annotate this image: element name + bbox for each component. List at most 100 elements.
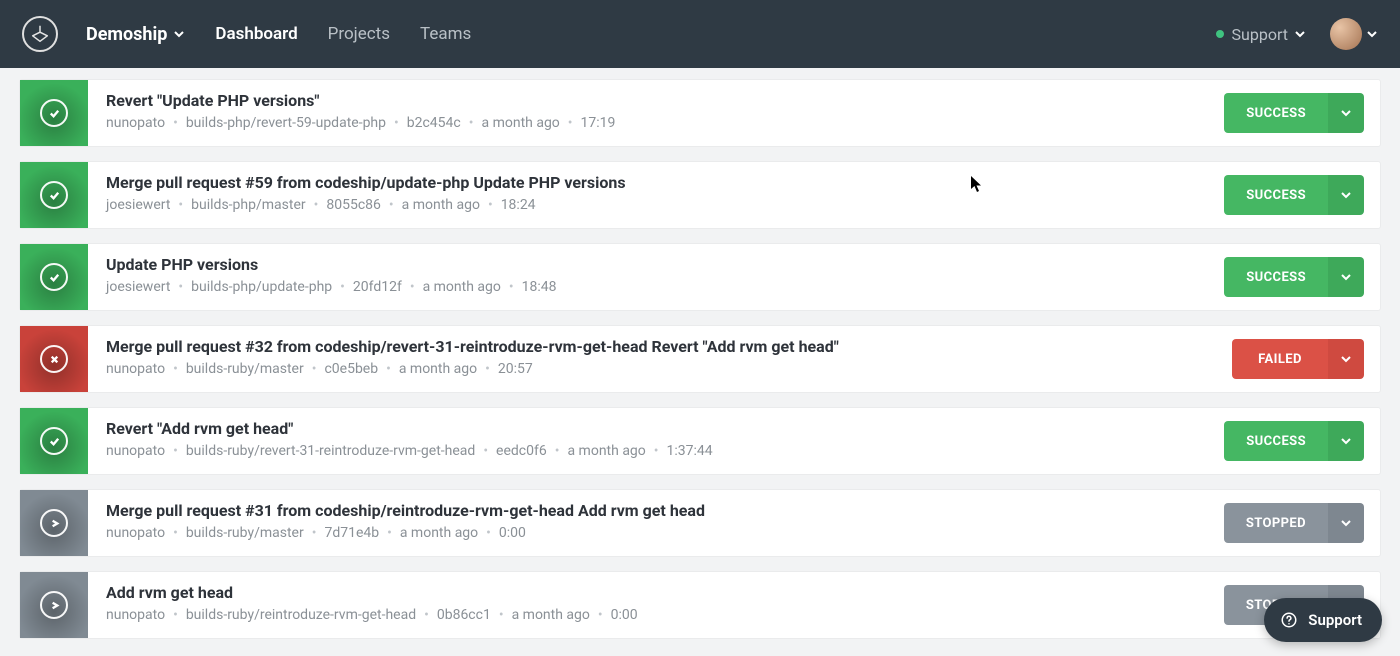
build-author[interactable]: nunopato — [106, 525, 165, 541]
build-status-thumb — [20, 80, 88, 146]
support-widget[interactable]: Support — [1264, 598, 1382, 642]
build-time: a month ago — [423, 279, 501, 295]
build-meta: nunopato•builds-ruby/master•c0e5beb•a mo… — [106, 361, 1214, 377]
build-row[interactable]: Merge pull request #59 from codeship/upd… — [20, 162, 1380, 228]
build-body: Revert "Update PHP versions"nunopato•bui… — [88, 80, 1224, 146]
status-dropdown-button[interactable] — [1328, 93, 1364, 133]
chevron-down-icon — [1340, 517, 1352, 529]
build-branch[interactable]: builds-ruby/master — [186, 361, 304, 377]
check-icon — [40, 263, 68, 291]
build-branch[interactable]: builds-ruby/revert-31-reintroduze-rvm-ge… — [186, 443, 476, 459]
build-actions: SUCCESS — [1224, 80, 1380, 146]
status-button[interactable]: FAILED — [1232, 339, 1328, 379]
build-author[interactable]: nunopato — [106, 443, 165, 459]
build-status-thumb — [20, 244, 88, 310]
build-body: Merge pull request #31 from codeship/rei… — [88, 490, 1224, 556]
chevron-down-icon — [1340, 107, 1352, 119]
build-row[interactable]: Add rvm get head nunopato•builds-ruby/rei… — [20, 572, 1380, 638]
status-button[interactable]: SUCCESS — [1224, 175, 1328, 215]
build-meta: nunopato•builds-ruby/reintroduze-rvm-get… — [106, 607, 1206, 623]
build-title[interactable]: Revert "Update PHP versions" — [106, 91, 1206, 110]
build-duration: 0:00 — [499, 525, 526, 541]
build-author[interactable]: joesiewert — [106, 197, 170, 213]
build-actions: SUCCESS — [1224, 408, 1380, 474]
build-author[interactable]: nunopato — [106, 607, 165, 623]
build-status-thumb — [20, 490, 88, 556]
status-button[interactable]: SUCCESS — [1224, 93, 1328, 133]
build-status-thumb — [20, 162, 88, 228]
build-title[interactable]: Add rvm get head — [106, 583, 1206, 602]
build-body: Update PHP versions joesiewert•builds-php… — [88, 244, 1224, 310]
build-author[interactable]: joesiewert — [106, 279, 170, 295]
build-time: a month ago — [402, 197, 480, 213]
build-duration: 1:37:44 — [667, 443, 713, 459]
org-name[interactable]: Demoship — [86, 24, 167, 45]
org-chevron-down-icon[interactable] — [173, 28, 185, 40]
build-time: a month ago — [400, 525, 478, 541]
status-dropdown-button[interactable] — [1328, 421, 1364, 461]
logo-icon[interactable] — [22, 16, 58, 52]
build-duration: 18:24 — [501, 197, 536, 213]
support-widget-label: Support — [1308, 611, 1362, 629]
build-row[interactable]: Revert "Update PHP versions"nunopato•bui… — [20, 80, 1380, 146]
build-duration: 20:57 — [498, 361, 533, 377]
status-button[interactable]: SUCCESS — [1224, 421, 1328, 461]
nav-support[interactable]: Support — [1216, 25, 1306, 44]
build-body: Revert "Add rvm get head" nunopato•builds… — [88, 408, 1224, 474]
build-title[interactable]: Update PHP versions — [106, 255, 1206, 274]
build-author[interactable]: nunopato — [106, 361, 165, 377]
build-actions: STOPPED — [1224, 490, 1380, 556]
build-title[interactable]: Merge pull request #31 from codeship/rei… — [106, 501, 1206, 520]
user-avatar[interactable] — [1330, 18, 1362, 50]
build-sha[interactable]: c0e5beb — [324, 361, 378, 377]
status-dropdown-button[interactable] — [1328, 257, 1364, 297]
build-row[interactable]: Merge pull request #31 from codeship/rei… — [20, 490, 1380, 556]
build-meta: joesiewert•builds-php/update-php•20fd12f… — [106, 279, 1206, 295]
check-icon — [40, 427, 68, 455]
build-time: a month ago — [567, 443, 645, 459]
nav-teams[interactable]: Teams — [420, 24, 471, 44]
build-branch[interactable]: builds-php/master — [191, 197, 305, 213]
build-title[interactable]: Merge pull request #59 from codeship/upd… — [106, 173, 1206, 192]
build-title[interactable]: Revert "Add rvm get head" — [106, 419, 1206, 438]
nav-projects[interactable]: Projects — [328, 24, 390, 44]
build-meta: joesiewert•builds-php/master•8055c86•a m… — [106, 197, 1206, 213]
chevron-down-icon — [1340, 189, 1352, 201]
build-actions: SUCCESS — [1224, 162, 1380, 228]
build-actions: FAILED — [1232, 326, 1380, 392]
check-icon — [40, 99, 68, 127]
status-button[interactable]: STOPPED — [1224, 503, 1328, 543]
status-dropdown-button[interactable] — [1328, 503, 1364, 543]
build-branch[interactable]: builds-ruby/master — [186, 525, 304, 541]
build-meta: nunopato•builds-ruby/master•7d71e4b•a mo… — [106, 525, 1206, 541]
status-dropdown-button[interactable] — [1328, 175, 1364, 215]
build-row[interactable]: Merge pull request #32 from codeship/rev… — [20, 326, 1380, 392]
build-sha[interactable]: 8055c86 — [326, 197, 381, 213]
avatar-chevron-down-icon[interactable] — [1366, 28, 1378, 40]
status-dropdown-button[interactable] — [1328, 339, 1364, 379]
arrow-right-icon — [40, 591, 68, 619]
status-online-dot-icon — [1216, 30, 1224, 38]
build-branch[interactable]: builds-php/update-php — [191, 279, 332, 295]
status-button[interactable]: SUCCESS — [1224, 257, 1328, 297]
chevron-down-icon — [1340, 353, 1352, 365]
build-status-thumb — [20, 408, 88, 474]
build-sha[interactable]: eedc0f6 — [496, 443, 547, 459]
build-sha[interactable]: 0b86cc1 — [437, 607, 491, 623]
build-body: Add rvm get head nunopato•builds-ruby/rei… — [88, 572, 1224, 638]
build-list: Revert "Update PHP versions" nunopato•bui… — [0, 68, 1400, 638]
build-title[interactable]: Merge pull request #32 from codeship/rev… — [106, 337, 1214, 356]
build-sha[interactable]: b2c454c — [407, 115, 461, 131]
build-author[interactable]: nunopato — [106, 115, 165, 131]
build-sha[interactable]: 7d71e4b — [324, 525, 379, 541]
build-row[interactable]: Revert "Add rvm get head" nunopato•builds… — [20, 408, 1380, 474]
build-branch[interactable]: builds-ruby/reintroduze-rvm-get-head — [186, 607, 416, 623]
build-time: a month ago — [481, 115, 559, 131]
build-body: Merge pull request #59 from codeship/upd… — [88, 162, 1224, 228]
build-sha[interactable]: 20fd12f — [353, 279, 402, 295]
build-meta: nunopato•builds-ruby/revert-31-reintrodu… — [106, 443, 1206, 459]
build-time: a month ago — [399, 361, 477, 377]
nav-dashboard[interactable]: Dashboard — [215, 24, 297, 44]
build-row[interactable]: Update PHP versions joesiewert•builds-php… — [20, 244, 1380, 310]
build-branch[interactable]: builds-php/revert-59-update-php — [186, 115, 386, 131]
